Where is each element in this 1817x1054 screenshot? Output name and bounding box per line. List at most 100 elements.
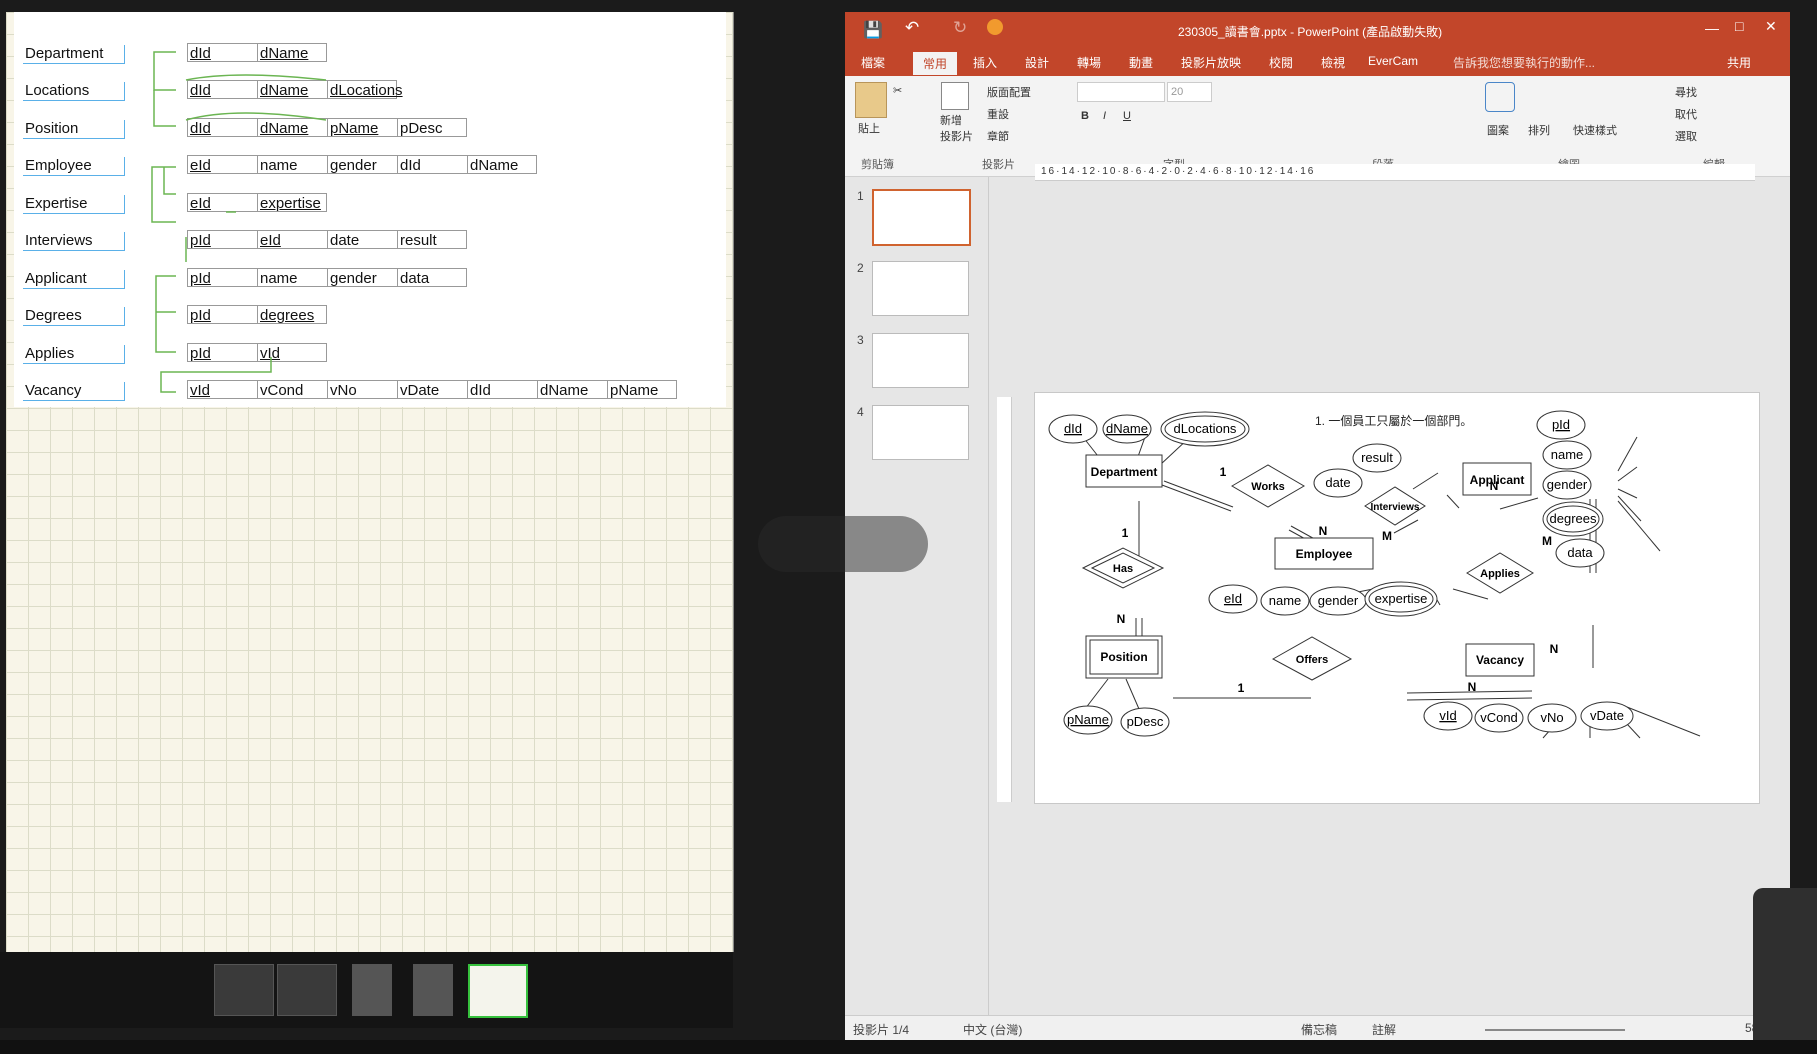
reset-button[interactable]: 重設 [987,106,1009,122]
slide-number: 4 [857,405,864,419]
tab-design[interactable]: 設計 [1025,54,1049,71]
fk-arrows [151,51,327,393]
font-size-field[interactable]: 20 [1167,82,1212,102]
rel-applies: Applies [1480,568,1520,580]
card: N [1490,479,1499,493]
horizontal-ruler: 16·14·12·10·8·6·4·2·0·2·4·6·8·10·12·14·1… [1035,164,1755,181]
ribbon-tabs: 檔案 常用 插入 設計 轉場 動畫 投影片放映 校閱 檢視 EverCam 告訴… [845,50,1790,76]
replace-button[interactable]: 取代 [1675,106,1697,122]
card: 1 [1122,526,1129,540]
rel-offers: Offers [1296,654,1328,666]
new-slide-label[interactable]: 新增 投影片 [940,112,973,144]
undo-icon[interactable]: ↶ [905,18,919,38]
bold-button[interactable]: B [1081,110,1089,122]
attr-vcond: vCond [1480,710,1518,725]
attr-pid: pId [1552,417,1570,432]
tell-me-box[interactable]: 告訴我您想要執行的動作... [1453,54,1595,71]
tab-animations[interactable]: 動畫 [1129,54,1153,71]
tab-insert[interactable]: 插入 [973,54,997,71]
tab-file[interactable]: 檔案 [861,54,885,71]
slide-thumb-3[interactable] [872,333,969,388]
slide-note: 1. 一個員工只屬於一個部門。 [1315,413,1472,428]
rel-has: Has [1113,563,1133,575]
window-title: 230305_讀書會.pptx - PowerPoint (產品啟動失敗) [1178,25,1443,39]
close-icon[interactable]: ✕ [1765,18,1777,35]
group-slides: 投影片 [982,159,1015,171]
comments-button[interactable]: 註解 [1372,1021,1396,1038]
er-diagram: Department Employee Applicant Position V… [1048,410,1701,739]
taskbar [0,1040,1817,1054]
underline-button[interactable]: U [1123,110,1131,122]
arrange-label[interactable]: 排列 [1528,122,1550,138]
whiteboard-page-strip [0,952,733,1028]
tab-view[interactable]: 檢視 [1321,54,1345,71]
tab-review[interactable]: 校閱 [1269,54,1293,71]
page-thumb[interactable] [413,964,453,1016]
quick-styles-label[interactable]: 快速樣式 [1573,122,1617,138]
find-button[interactable]: 尋找 [1675,84,1697,100]
slide-thumb-1[interactable] [872,189,971,246]
rel-interviews: Interviews [1371,502,1420,513]
slide-thumb-2[interactable] [872,261,969,316]
shapes-icon[interactable] [1485,82,1515,112]
attr-pname: pName [1067,712,1109,727]
redo-icon[interactable]: ↻ [953,18,967,38]
attr-app-gender: gender [1547,477,1588,492]
side-panel [1753,888,1817,1054]
attr-app-name: name [1551,447,1584,462]
status-bar: 投影片 1/4 中文 (台灣) 備忘稿 註解 58% [845,1015,1790,1041]
select-button[interactable]: 選取 [1675,128,1697,144]
card: N [1319,524,1328,538]
floating-controls[interactable] [758,516,928,572]
attr-data: data [1567,545,1593,560]
group-clipboard: 剪貼簿 [861,159,894,171]
page-thumb[interactable] [277,964,337,1016]
maximize-icon[interactable]: □ [1735,18,1743,34]
page-thumb-active[interactable] [468,964,528,1018]
attr-result: result [1361,450,1393,465]
minimize-icon[interactable]: — [1705,20,1719,36]
tab-evercam[interactable]: EverCam [1368,54,1418,68]
entity-vacancy: Vacancy [1476,653,1524,667]
attr-did: dId [1064,421,1082,436]
cut-icon[interactable]: ✂ [893,84,902,97]
whiteboard-canvas[interactable]: Department dId dName Locations dId dName dLoca… [6,12,734,952]
attr-emp-name: name [1269,593,1302,608]
attr-date: date [1325,475,1350,490]
share-button[interactable]: 共用 [1727,54,1751,71]
card: M [1542,534,1552,548]
card: N [1550,642,1559,656]
tab-transitions[interactable]: 轉場 [1077,54,1101,71]
layout-button[interactable]: 版面配置 [987,84,1031,100]
paste-label[interactable]: 貼上 [858,120,880,136]
shapes-label[interactable]: 圖案 [1487,122,1509,138]
card: 1 [1238,681,1245,695]
save-icon[interactable]: 💾 [863,20,883,40]
slide-thumbnails-pane: 1 2 3 4 [845,177,989,1027]
attr-eid: eId [1224,591,1242,606]
italic-button[interactable]: I [1103,110,1106,122]
card: M [1382,529,1392,543]
zoom-slider[interactable] [1485,1029,1625,1031]
attr-dlocations: dLocations [1174,421,1237,436]
page-thumb[interactable] [352,964,392,1016]
font-name-field[interactable] [1077,82,1165,102]
presentation-start-icon[interactable] [987,19,1003,35]
tab-slideshow[interactable]: 投影片放映 [1181,54,1241,71]
tab-home[interactable]: 常用 [913,52,958,75]
slide-number: 1 [857,189,864,203]
paste-icon[interactable] [855,82,887,118]
language-indicator[interactable]: 中文 (台灣) [963,1021,1022,1038]
new-slide-icon[interactable] [941,82,969,110]
vertical-ruler [997,397,1012,802]
page-thumb[interactable] [214,964,274,1016]
slide-thumb-4[interactable] [872,405,969,460]
slide-canvas[interactable]: Department Employee Applicant Position V… [1034,392,1760,804]
slide-number: 3 [857,333,864,347]
notes-button[interactable]: 備忘稿 [1301,1021,1337,1038]
card: 1 [1220,465,1227,479]
slide-indicator: 投影片 1/4 [853,1023,910,1037]
ribbon: 貼上 ✂ 新增 投影片 版面配置 重設 章節 20 B I U 圖案 排列 快速… [845,76,1790,177]
attr-expertise: expertise [1375,591,1428,606]
section-button[interactable]: 章節 [987,128,1009,144]
